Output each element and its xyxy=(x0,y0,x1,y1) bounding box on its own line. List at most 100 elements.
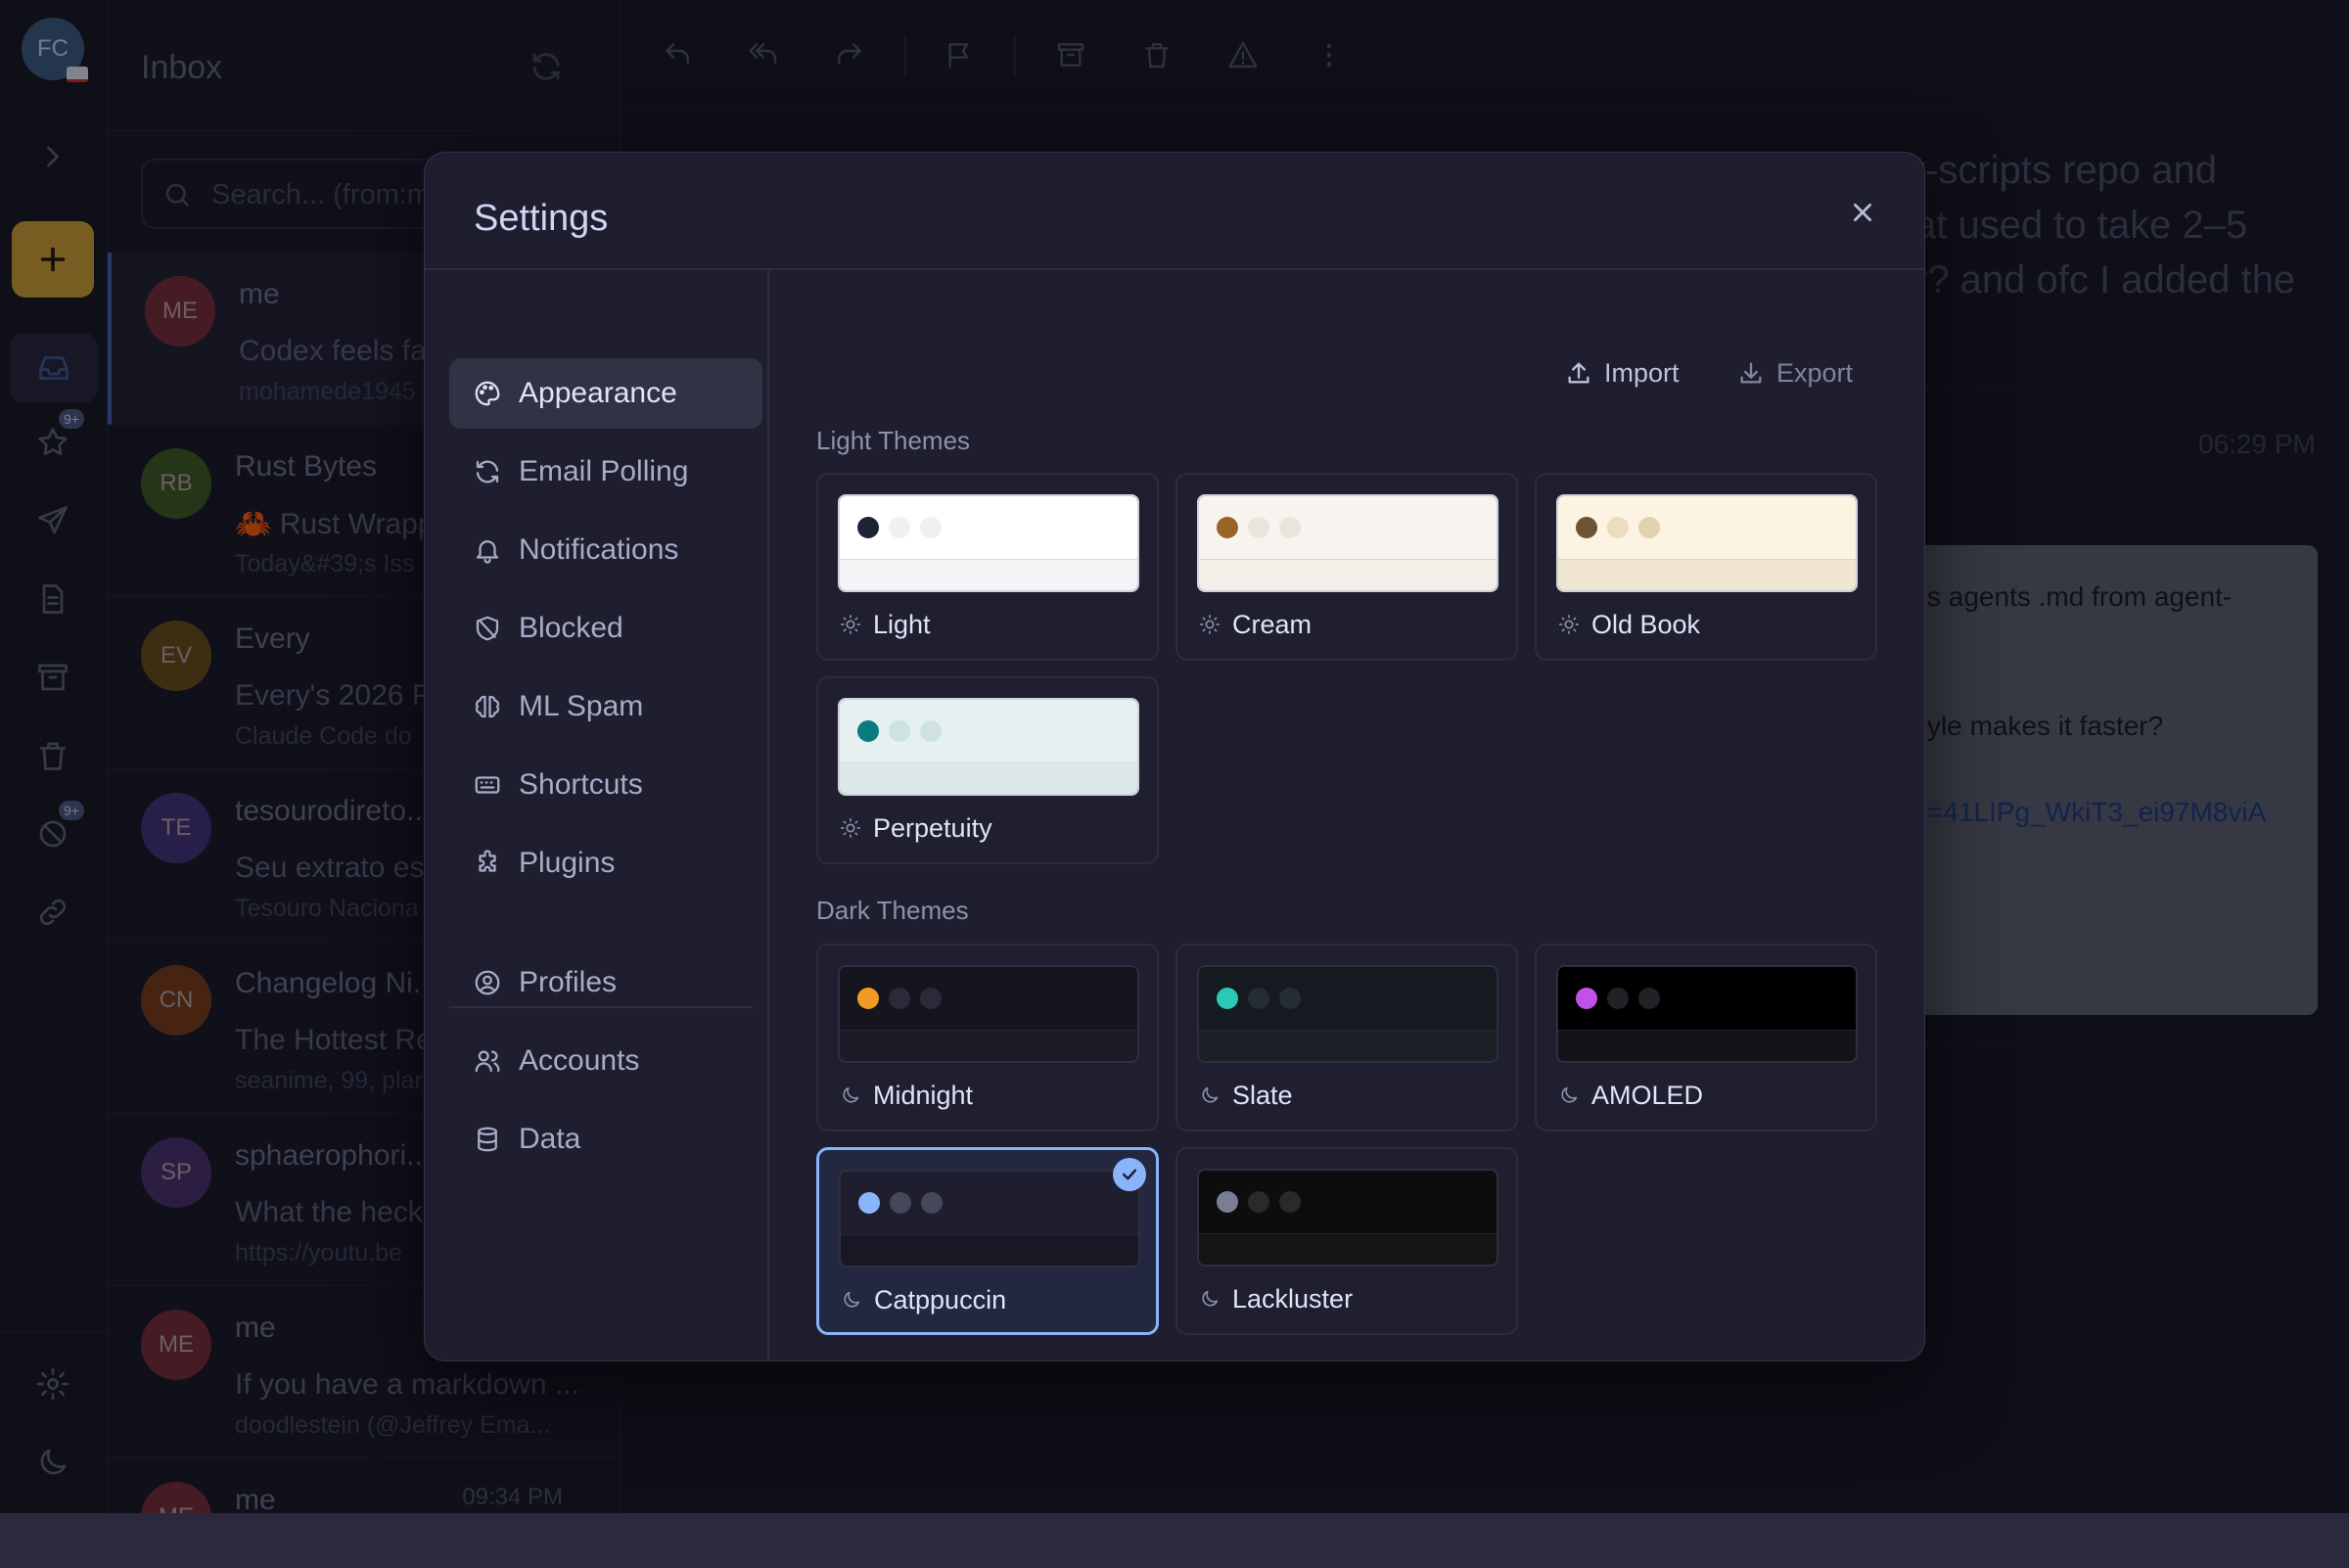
swatch-dot xyxy=(1279,988,1301,1009)
theme-name: Slate xyxy=(1232,1081,1293,1110)
theme-name: AMOLED xyxy=(1591,1081,1704,1110)
settings-nav-blocked[interactable]: Blocked xyxy=(449,593,762,664)
theme-preview xyxy=(1197,965,1498,1063)
shield-off-icon xyxy=(476,616,499,641)
status-bar xyxy=(0,1513,2349,1568)
swatch-dot xyxy=(1279,517,1301,538)
swatch-dot xyxy=(1248,988,1269,1009)
nav-label: Appearance xyxy=(519,377,677,409)
preview-body xyxy=(1199,1030,1497,1061)
preview-body xyxy=(1199,1233,1497,1265)
settings-nav-plugins[interactable]: Plugins xyxy=(449,828,762,899)
brain-icon xyxy=(475,695,500,718)
theme-name: Perpetuity xyxy=(873,813,992,843)
swatch-dot xyxy=(1217,1191,1238,1213)
close-button[interactable] xyxy=(1840,190,1885,235)
preview-body xyxy=(1558,559,1856,590)
swatch-dot xyxy=(890,1192,911,1214)
refresh-icon xyxy=(476,460,499,484)
swatch-dot xyxy=(920,720,942,742)
moon-icon xyxy=(1558,1084,1580,1106)
theme-preview xyxy=(1556,494,1858,592)
theme-card-slate[interactable]: Slate xyxy=(1175,944,1518,1131)
download-icon xyxy=(1740,362,1762,384)
theme-card-catppuccin[interactable]: Catppuccin xyxy=(816,1147,1159,1335)
moon-icon xyxy=(840,1084,861,1106)
preview-header xyxy=(840,700,1137,762)
theme-preview xyxy=(838,965,1139,1063)
theme-card-light[interactable]: Light xyxy=(816,473,1159,661)
preview-header xyxy=(840,496,1137,559)
sun-icon xyxy=(1199,614,1221,635)
settings-nav-shortcuts[interactable]: Shortcuts xyxy=(449,750,762,820)
nav-label: Plugins xyxy=(519,847,616,879)
import-button[interactable]: Import xyxy=(1565,348,1680,397)
swatch-dot xyxy=(889,988,910,1009)
palette-icon xyxy=(475,381,500,406)
settings-nav-ml-spam[interactable]: ML Spam xyxy=(449,671,762,742)
swatch-dot xyxy=(1279,1191,1301,1213)
preview-header xyxy=(1558,967,1856,1030)
preview-header xyxy=(1558,496,1856,559)
swatch-dot xyxy=(889,517,910,538)
export-label: Export xyxy=(1776,357,1854,388)
nav-label: Profiles xyxy=(519,966,618,998)
settings-nav-appearance[interactable]: Appearance xyxy=(449,358,762,429)
preview-header xyxy=(841,1172,1138,1234)
nav-label: ML Spam xyxy=(519,690,644,722)
theme-card-perpetuity[interactable]: Perpetuity xyxy=(816,676,1159,864)
bell-icon xyxy=(476,540,499,564)
swatch-dot xyxy=(857,517,879,538)
settings-nav: Appearance Email Polling Notifications Bloc… xyxy=(425,270,769,1360)
preview-header xyxy=(840,967,1137,1030)
theme-name: Lackluster xyxy=(1232,1284,1354,1314)
swatch-dot xyxy=(857,988,879,1009)
puzzle-icon xyxy=(479,850,496,872)
users-icon xyxy=(475,1050,500,1073)
swatch-dot xyxy=(1638,988,1660,1009)
light-themes-heading: Light Themes xyxy=(816,426,971,455)
swatch-dot xyxy=(921,1192,943,1214)
theme-name: Cream xyxy=(1232,610,1313,639)
selected-check-icon xyxy=(1113,1158,1146,1191)
theme-card-lackluster[interactable]: Lackluster xyxy=(1175,1147,1518,1335)
settings-modal: Settings Appearance Email Polling Notifica… xyxy=(424,152,1925,1361)
user-circle-icon xyxy=(475,970,500,995)
keyboard-icon xyxy=(475,776,500,794)
theme-preview xyxy=(1197,494,1498,592)
preview-body xyxy=(1558,1030,1856,1061)
settings-nav-data[interactable]: Data xyxy=(449,1104,762,1175)
swatch-dot xyxy=(920,517,942,538)
swatch-dot xyxy=(1607,517,1629,538)
swatch-dot xyxy=(920,988,942,1009)
theme-card-amoled[interactable]: AMOLED xyxy=(1535,944,1877,1131)
theme-preview xyxy=(839,1170,1140,1268)
settings-nav-notifications[interactable]: Notifications xyxy=(449,515,762,585)
sun-icon xyxy=(840,614,861,635)
theme-name: Old Book xyxy=(1591,610,1701,639)
theme-preview xyxy=(838,698,1139,796)
sun-icon xyxy=(1558,614,1580,635)
theme-card-cream[interactable]: Cream xyxy=(1175,473,1518,661)
swatch-dot xyxy=(1607,988,1629,1009)
settings-nav-accounts[interactable]: Accounts xyxy=(449,1026,762,1096)
modal-title: Settings xyxy=(474,198,609,239)
preview-header xyxy=(1199,496,1497,559)
settings-nav-email-polling[interactable]: Email Polling xyxy=(449,437,762,507)
swatch-dot xyxy=(889,720,910,742)
swatch-dot xyxy=(1248,517,1269,538)
theme-name: Light xyxy=(873,610,931,639)
nav-label: Notifications xyxy=(519,533,679,566)
nav-label: Shortcuts xyxy=(519,768,643,801)
nav-divider xyxy=(449,1006,753,1008)
swatch-dot xyxy=(1576,517,1597,538)
theme-card-midnight[interactable]: Midnight xyxy=(816,944,1159,1131)
theme-name: Midnight xyxy=(873,1081,974,1110)
moon-icon xyxy=(1199,1288,1221,1310)
sun-icon xyxy=(840,817,861,839)
export-button[interactable]: Export xyxy=(1737,348,1853,397)
theme-preview xyxy=(1556,965,1858,1063)
theme-card-old-book[interactable]: Old Book xyxy=(1535,473,1877,661)
theme-preview xyxy=(838,494,1139,592)
swatch-dot xyxy=(1576,988,1597,1009)
